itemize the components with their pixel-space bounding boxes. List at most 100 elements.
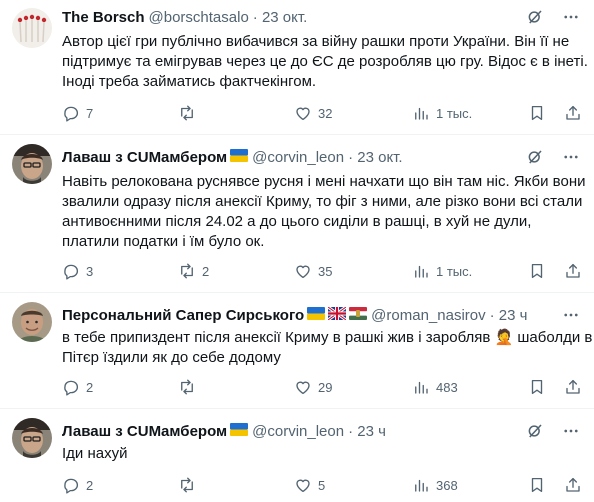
post-time[interactable]: · 23 окт. (348, 148, 402, 168)
grok-icon[interactable] (526, 8, 544, 26)
author-name[interactable]: Лаваш з CUMамбером (62, 422, 227, 442)
repost-icon (181, 263, 193, 279)
like-icon (296, 479, 310, 493)
post-header: Персональний Сапер Сирського @roman_nasi… (62, 305, 528, 326)
views-button[interactable]: 1 тыс. (412, 262, 472, 280)
post-text-line: в тебе припиздент після анексії Криму в … (62, 329, 593, 346)
post-header-actions (526, 8, 580, 26)
post-text-line: антивоєнними після 24.02 а до цього сиді… (62, 213, 532, 230)
ukraine-flag-icon (230, 422, 249, 442)
post-text-line: Автор цієї гри публічно вибачився за вій… (62, 33, 570, 50)
grok-icon[interactable] (526, 422, 544, 440)
author-name[interactable]: Персональний Сапер Сирського (62, 306, 304, 326)
post-divider (0, 408, 594, 409)
share-icon[interactable] (564, 262, 582, 280)
like-count: 5 (318, 477, 326, 493)
share-icon[interactable] (564, 104, 582, 122)
post-actions: 3 2 35 1 тыс. (62, 262, 582, 282)
views-button[interactable]: 483 (412, 378, 458, 396)
post-actions: 2 29 483 (62, 378, 582, 398)
post-text-line: платили податки і їм було ок. (62, 233, 265, 250)
post-header-actions (526, 148, 580, 166)
author-handle[interactable]: @corvin_leon (252, 422, 344, 442)
post[interactable]: Лаваш з CUMамбером @corvin_leon · 23 окт… (0, 140, 594, 290)
repost-button[interactable]: 2 (178, 262, 209, 280)
post-time[interactable]: · 23 ч (348, 422, 386, 442)
author-handle[interactable]: @roman_nasirov (371, 306, 485, 326)
like-icon (296, 265, 310, 279)
reply-button[interactable]: 3 (62, 262, 93, 280)
bookmark-icon[interactable] (528, 476, 546, 494)
post-header-actions (526, 422, 580, 440)
author-handle[interactable]: @corvin_leon (252, 148, 344, 168)
author-name[interactable]: The Borsch (62, 8, 145, 28)
hungary-flag-icon (349, 306, 368, 326)
post-actions: 2 5 368 (62, 476, 582, 496)
reply-icon (64, 264, 79, 280)
views-button[interactable]: 368 (412, 476, 458, 494)
avatar[interactable] (12, 144, 52, 184)
grok-icon[interactable] (526, 148, 544, 166)
post-header: Лаваш з CUMамбером @corvin_leon · 23 окт… (62, 148, 403, 168)
bookmark-icon[interactable] (528, 262, 546, 280)
author-name[interactable]: Лаваш з CUMамбером (62, 148, 227, 168)
views-count: 483 (436, 379, 458, 395)
more-icon[interactable] (562, 422, 580, 440)
avatar[interactable] (12, 302, 52, 342)
bookmark-icon[interactable] (528, 378, 546, 396)
post-end-actions (528, 476, 582, 494)
post-text: Навіть релокована руснявсе русня і мені … (62, 172, 586, 252)
like-button[interactable]: 35 (294, 262, 332, 280)
post-time[interactable]: · 23 окт. (253, 8, 307, 28)
share-icon[interactable] (564, 378, 582, 396)
like-button[interactable]: 32 (294, 104, 332, 122)
share-icon[interactable] (564, 476, 582, 494)
like-count: 32 (318, 105, 333, 121)
reply-button[interactable]: 7 (62, 104, 93, 122)
reply-button[interactable]: 2 (62, 476, 93, 494)
avatar[interactable] (12, 8, 52, 48)
repost-button[interactable] (178, 378, 202, 396)
post-time[interactable]: · 23 ч (490, 306, 528, 326)
post-text-line: Навіть релокована руснявсе русня і мені … (62, 173, 586, 190)
reply-button[interactable]: 2 (62, 378, 93, 396)
reply-count: 2 (86, 477, 94, 493)
bookmark-icon[interactable] (528, 104, 546, 122)
author-handle[interactable]: @borschtasalo (149, 8, 249, 28)
views-icon (415, 107, 428, 120)
repost-icon (181, 105, 193, 121)
avatar-image (12, 8, 52, 48)
like-button[interactable]: 29 (294, 378, 332, 396)
views-icon (415, 479, 428, 492)
views-count: 1 тыс. (436, 263, 473, 279)
like-count: 35 (318, 263, 333, 279)
more-icon[interactable] (562, 306, 580, 324)
reply-count: 3 (86, 263, 94, 279)
reply-icon (64, 478, 79, 494)
repost-icon (181, 477, 193, 493)
post[interactable]: The Borsch @borschtasalo · 23 окт. Автор… (0, 0, 594, 130)
post-text: Іди нахуй (62, 444, 582, 464)
post-header-actions (562, 306, 580, 324)
post-text-line: звалили одразу після анексії Криму, то ф… (62, 193, 583, 210)
repost-button[interactable] (178, 476, 202, 494)
like-button[interactable]: 5 (294, 476, 325, 494)
repost-icon (181, 379, 193, 395)
post-text-line: Пітєр їздили як до себе додому (62, 349, 281, 366)
more-icon[interactable] (562, 148, 580, 166)
reply-icon (64, 106, 79, 122)
avatar-image (12, 302, 52, 342)
reply-count: 2 (86, 379, 94, 395)
avatar[interactable] (12, 418, 52, 458)
views-button[interactable]: 1 тыс. (412, 104, 472, 122)
views-icon (415, 265, 428, 278)
post-divider (0, 292, 594, 293)
views-count: 1 тыс. (436, 105, 473, 121)
post[interactable]: Лаваш з CUMамбером @corvin_leon · 23 ч І… (0, 414, 594, 502)
post[interactable]: Персональний Сапер Сирського @roman_nasi… (0, 298, 594, 408)
reply-icon (64, 380, 79, 396)
more-icon[interactable] (562, 8, 580, 26)
post-text: в тебе припиздент після анексії Криму в … (62, 328, 593, 368)
views-icon (415, 381, 428, 394)
repost-button[interactable] (178, 104, 202, 122)
